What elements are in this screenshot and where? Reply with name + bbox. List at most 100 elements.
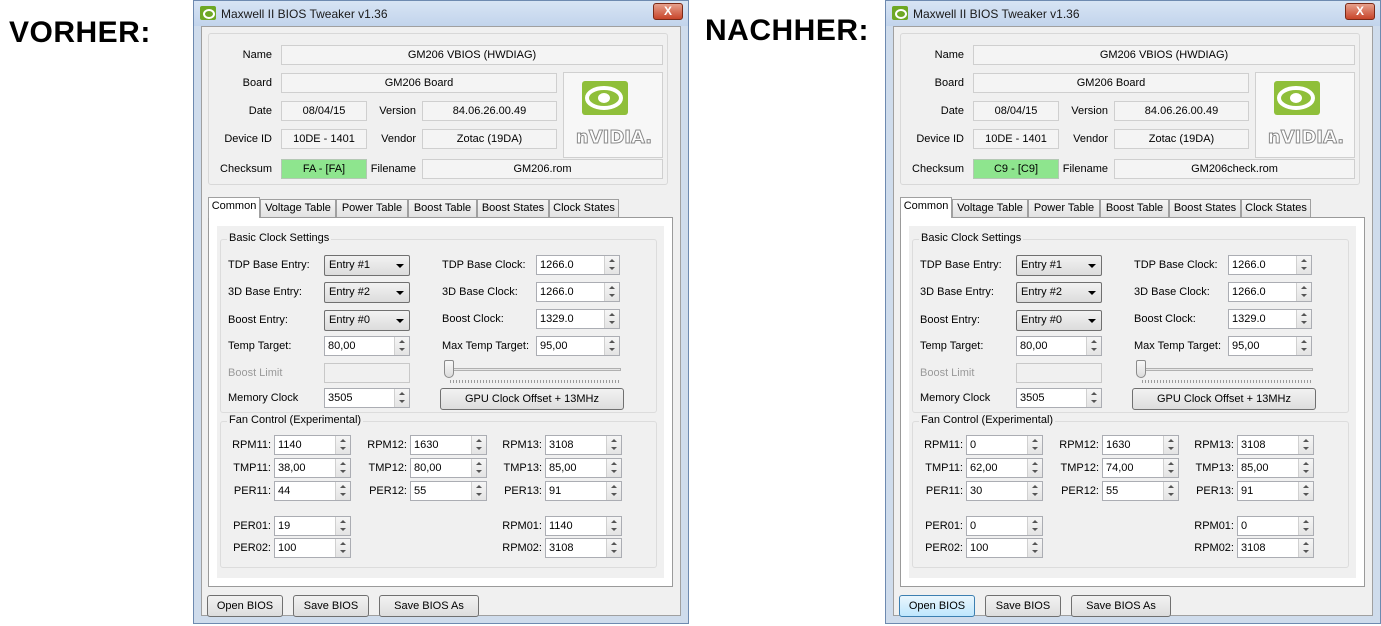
spinner-arrows-icon[interactable] — [335, 539, 350, 557]
gpu-clock-offset-button[interactable]: GPU Clock Offset + 13MHz — [1132, 388, 1316, 410]
title-bar[interactable]: Maxwell II BIOS Tweaker v1.36 X — [194, 1, 688, 26]
tab-common[interactable]: Common — [208, 197, 260, 218]
memory-clock-spinner[interactable]: 3505 — [324, 388, 410, 408]
title-bar[interactable]: Maxwell II BIOS Tweaker v1.36 X — [886, 1, 1380, 26]
rpm13-spinner[interactable]: 3108 — [1237, 435, 1314, 455]
tab-voltage-table[interactable]: Voltage Table — [952, 199, 1028, 217]
close-button[interactable]: X — [1345, 3, 1375, 20]
3d-base-clock-spinner[interactable]: 1266.0 — [536, 282, 620, 302]
max-temp-target-spinner[interactable]: 95,00 — [536, 336, 620, 356]
per02-spinner[interactable]: 100 — [274, 538, 351, 558]
spinner-arrows-icon[interactable] — [1163, 436, 1178, 454]
save-bios-button[interactable]: Save BIOS — [293, 595, 369, 617]
spinner-arrows-icon[interactable] — [606, 517, 621, 535]
temp-target-spinner[interactable]: 80,00 — [324, 336, 410, 356]
per01-spinner[interactable]: 19 — [274, 516, 351, 536]
spinner-arrows-icon[interactable] — [1163, 459, 1178, 477]
spinner-arrows-icon[interactable] — [1298, 436, 1313, 454]
spinner-arrows-icon[interactable] — [335, 482, 350, 500]
spinner-arrows-icon[interactable] — [471, 459, 486, 477]
per12-spinner[interactable]: 55 — [410, 481, 487, 501]
spinner-arrows-icon[interactable] — [1086, 337, 1101, 355]
rpm02-spinner[interactable]: 3108 — [545, 538, 622, 558]
spinner-arrows-icon[interactable] — [606, 539, 621, 557]
per12-spinner[interactable]: 55 — [1102, 481, 1179, 501]
tab-clock-states[interactable]: Clock States — [1241, 199, 1311, 217]
save-bios-as-button[interactable]: Save BIOS As — [1071, 595, 1171, 617]
spinner-arrows-icon[interactable] — [335, 459, 350, 477]
gpu-clock-offset-button[interactable]: GPU Clock Offset + 13MHz — [440, 388, 624, 410]
spinner-arrows-icon[interactable] — [1296, 337, 1311, 355]
tmp12-spinner[interactable]: 74,00 — [1102, 458, 1179, 478]
rpm11-spinner[interactable]: 1140 — [274, 435, 351, 455]
tmp11-spinner[interactable]: 38,00 — [274, 458, 351, 478]
3d-base-entry-select[interactable]: Entry #2 — [1016, 282, 1102, 303]
boost-clock-spinner[interactable]: 1329.0 — [536, 309, 620, 329]
tmp13-spinner[interactable]: 85,00 — [1237, 458, 1314, 478]
spinner-arrows-icon[interactable] — [335, 517, 350, 535]
tab-boost-states[interactable]: Boost States — [1169, 199, 1241, 217]
spinner-arrows-icon[interactable] — [604, 256, 619, 274]
per02-spinner[interactable]: 100 — [966, 538, 1043, 558]
spinner-arrows-icon[interactable] — [1296, 310, 1311, 328]
spinner-arrows-icon[interactable] — [1298, 459, 1313, 477]
offset-slider-track[interactable] — [446, 368, 621, 371]
rpm11-spinner[interactable]: 0 — [966, 435, 1043, 455]
max-temp-target-spinner[interactable]: 95,00 — [1228, 336, 1312, 356]
rpm12-spinner[interactable]: 1630 — [410, 435, 487, 455]
spinner-arrows-icon[interactable] — [394, 389, 409, 407]
spinner-arrows-icon[interactable] — [471, 482, 486, 500]
spinner-arrows-icon[interactable] — [604, 283, 619, 301]
offset-slider-thumb[interactable] — [1136, 360, 1146, 378]
open-bios-button[interactable]: Open BIOS — [899, 595, 975, 617]
temp-target-spinner[interactable]: 80,00 — [1016, 336, 1102, 356]
tdp-base-entry-select[interactable]: Entry #1 — [324, 255, 410, 276]
spinner-arrows-icon[interactable] — [471, 436, 486, 454]
spinner-arrows-icon[interactable] — [1027, 539, 1042, 557]
spinner-arrows-icon[interactable] — [1298, 517, 1313, 535]
tab-boost-table[interactable]: Boost Table — [408, 199, 477, 217]
spinner-arrows-icon[interactable] — [1027, 459, 1042, 477]
spinner-arrows-icon[interactable] — [1163, 482, 1178, 500]
tab-clock-states[interactable]: Clock States — [549, 199, 619, 217]
tab-common[interactable]: Common — [900, 197, 952, 218]
tab-boost-states[interactable]: Boost States — [477, 199, 549, 217]
tab-voltage-table[interactable]: Voltage Table — [260, 199, 336, 217]
per11-spinner[interactable]: 44 — [274, 481, 351, 501]
spinner-arrows-icon[interactable] — [1298, 539, 1313, 557]
offset-slider-track[interactable] — [1138, 368, 1313, 371]
spinner-arrows-icon[interactable] — [604, 310, 619, 328]
spinner-arrows-icon[interactable] — [1027, 436, 1042, 454]
tdp-base-clock-spinner[interactable]: 1266.0 — [1228, 255, 1312, 275]
per01-spinner[interactable]: 0 — [966, 516, 1043, 536]
tmp13-spinner[interactable]: 85,00 — [545, 458, 622, 478]
open-bios-button[interactable]: Open BIOS — [207, 595, 283, 617]
tab-power-table[interactable]: Power Table — [336, 199, 408, 217]
rpm02-spinner[interactable]: 3108 — [1237, 538, 1314, 558]
offset-slider-thumb[interactable] — [444, 360, 454, 378]
save-bios-button[interactable]: Save BIOS — [985, 595, 1061, 617]
spinner-arrows-icon[interactable] — [1027, 482, 1042, 500]
spinner-arrows-icon[interactable] — [1298, 482, 1313, 500]
per13-spinner[interactable]: 91 — [545, 481, 622, 501]
rpm01-spinner[interactable]: 1140 — [545, 516, 622, 536]
tdp-base-entry-select[interactable]: Entry #1 — [1016, 255, 1102, 276]
tab-boost-table[interactable]: Boost Table — [1100, 199, 1169, 217]
save-bios-as-button[interactable]: Save BIOS As — [379, 595, 479, 617]
tmp11-spinner[interactable]: 62,00 — [966, 458, 1043, 478]
boost-clock-spinner[interactable]: 1329.0 — [1228, 309, 1312, 329]
spinner-arrows-icon[interactable] — [1086, 389, 1101, 407]
rpm13-spinner[interactable]: 3108 — [545, 435, 622, 455]
boost-entry-select[interactable]: Entry #0 — [324, 310, 410, 331]
close-button[interactable]: X — [653, 3, 683, 20]
spinner-arrows-icon[interactable] — [1296, 256, 1311, 274]
per13-spinner[interactable]: 91 — [1237, 481, 1314, 501]
spinner-arrows-icon[interactable] — [335, 436, 350, 454]
3d-base-entry-select[interactable]: Entry #2 — [324, 282, 410, 303]
spinner-arrows-icon[interactable] — [604, 337, 619, 355]
spinner-arrows-icon[interactable] — [1296, 283, 1311, 301]
rpm01-spinner[interactable]: 0 — [1237, 516, 1314, 536]
spinner-arrows-icon[interactable] — [1027, 517, 1042, 535]
boost-entry-select[interactable]: Entry #0 — [1016, 310, 1102, 331]
3d-base-clock-spinner[interactable]: 1266.0 — [1228, 282, 1312, 302]
